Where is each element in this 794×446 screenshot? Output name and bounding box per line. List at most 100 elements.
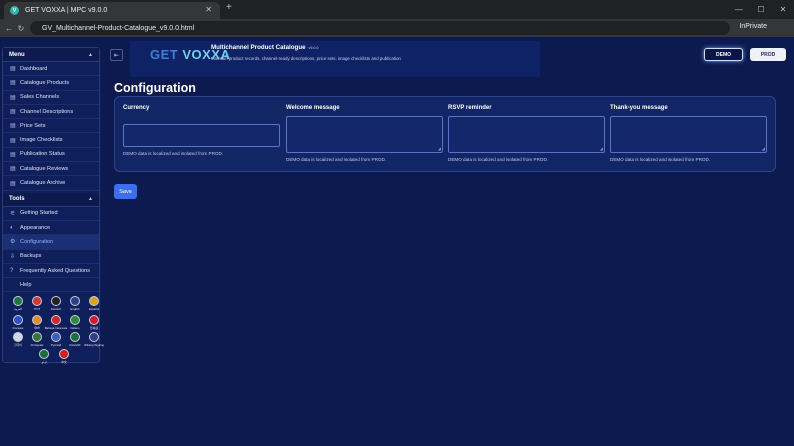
resize-handle-icon[interactable]: ◢	[438, 146, 441, 151]
sidebar-item-publication-status[interactable]: ▤ Publication Status	[3, 148, 99, 163]
menu-header[interactable]: Menu ▲	[3, 48, 99, 62]
grid-icon: ▤	[10, 123, 16, 130]
collapse-menu-icon[interactable]: ▲	[88, 52, 93, 58]
sidebar-item-label: Configuration	[20, 238, 54, 245]
resize-handle-icon[interactable]: ◢	[762, 146, 765, 151]
address-bar-row: ← ↻ GV_Multichannel-Product-Catalogue_v9…	[0, 19, 794, 37]
currency-label: Currency	[123, 105, 150, 111]
language-option[interactable]: Wikang Tagalog	[84, 332, 104, 348]
language-option[interactable]: 한국어	[9, 332, 27, 347]
sidebar-item-channel-descriptions[interactable]: ▤ Channel Descriptions	[3, 105, 99, 120]
sidebar-item-faq[interactable]: ? Frequently Asked Questions	[3, 264, 99, 279]
back-icon[interactable]: ←	[3, 24, 15, 33]
sidebar-item-catalogue-archive[interactable]: ▤ Catalogue Archive	[3, 176, 99, 191]
thank-you-message-label: Thank-you message	[610, 105, 668, 111]
sidebar-item-getting-started[interactable]: ⚟ Getting Started	[3, 207, 99, 221]
close-window-icon[interactable]: ✕	[772, 0, 794, 19]
thank-you-message-textarea[interactable]: ◢	[610, 116, 767, 153]
language-label: Bahasa Indonesia	[44, 326, 68, 331]
language-option[interactable]: Español	[85, 296, 103, 313]
language-option[interactable]: Português	[28, 332, 46, 347]
sidebar-item-configuration[interactable]: ⚙ Configuration	[3, 235, 99, 250]
language-label: Kiswahili	[69, 343, 81, 348]
save-button[interactable]: Save	[114, 184, 137, 199]
grid-icon: ▤	[10, 137, 16, 144]
flag-icon	[32, 315, 42, 326]
collapse-tools-icon[interactable]: ▲	[88, 196, 93, 202]
welcome-message-note: DEMO data is localized and isolated from…	[286, 157, 387, 162]
language-option[interactable]: Русский	[47, 332, 65, 347]
language-option[interactable]: 中文	[59, 349, 69, 364]
language-label: Deutsch	[50, 307, 62, 312]
app-subtitle: Maintain product records, channel-ready …	[211, 56, 401, 61]
maximize-icon[interactable]: ☐	[750, 0, 772, 19]
language-option[interactable]: 日本語	[85, 315, 103, 330]
url-text: GV_Multichannel-Product-Catalogue_v9.0.0…	[42, 24, 195, 32]
flag-icon	[89, 296, 99, 307]
close-tab-icon[interactable]: ✕	[205, 5, 212, 14]
language-option[interactable]: اردو	[39, 349, 49, 364]
language-option[interactable]: हिन्दी	[28, 315, 46, 330]
language-flags-last-row: اردو 中文	[3, 349, 99, 364]
demo-button[interactable]: DEMO	[704, 48, 743, 61]
inprivate-badge[interactable]: InPrivate	[739, 23, 767, 30]
sidebar-item-help[interactable]: Help	[3, 278, 99, 293]
language-label: Wikang Tagalog	[84, 343, 104, 348]
grid-icon: ▤	[10, 80, 16, 87]
currency-input[interactable]	[123, 124, 280, 147]
toggle-sidebar-button[interactable]: ⇤	[110, 49, 123, 61]
flag-icon	[32, 332, 42, 343]
gear-icon: ⚙	[10, 239, 16, 246]
flag-icon	[70, 332, 80, 343]
sidebar-item-label: Dashboard	[20, 65, 48, 72]
prod-button[interactable]: PROD	[750, 48, 786, 61]
new-tab-icon[interactable]: +	[226, 2, 232, 13]
language-label: 中文	[61, 360, 67, 365]
app-title-text: Multichannel Product Catalogue	[211, 44, 306, 51]
language-option[interactable]: English	[66, 296, 84, 313]
sidebar-item-price-sets[interactable]: ▤ Price Sets	[3, 119, 99, 134]
language-option[interactable]: বাংলা	[28, 296, 46, 313]
tools-header[interactable]: Tools ▲	[3, 192, 99, 207]
grid-icon: ▤	[10, 166, 16, 173]
sidebar-item-catalogue-reviews[interactable]: ▤ Catalogue Reviews	[3, 162, 99, 177]
grid-icon: ▤	[10, 180, 16, 187]
window-controls: — ☐ ✕	[728, 0, 794, 19]
language-label: हिन्दी	[34, 326, 40, 331]
sidebar-item-catalogue-products[interactable]: ▤ Catalogue Products	[3, 76, 99, 91]
site-favicon-icon: V	[10, 6, 19, 15]
language-option[interactable]: Français	[9, 315, 27, 330]
language-label: 한국어	[14, 343, 22, 348]
sidebar-item-backups[interactable]: ⇩ Backups	[3, 250, 99, 264]
minimize-icon[interactable]: —	[728, 0, 750, 19]
language-label: বাংলা	[33, 307, 41, 312]
welcome-message-label: Welcome message	[286, 105, 340, 111]
sidebar-item-dashboard[interactable]: ▤ Dashboard	[3, 62, 99, 77]
browser-tab[interactable]: V GET VOXXA | MPC v9.0.0 ✕	[4, 2, 220, 19]
language-option[interactable]: العربية	[9, 296, 27, 313]
welcome-message-textarea[interactable]: ◢	[286, 116, 443, 153]
language-label: English	[70, 307, 80, 312]
language-option[interactable]: Bahasa Indonesia	[44, 315, 68, 331]
refresh-icon[interactable]: ↻	[15, 24, 27, 33]
rsvp-reminder-textarea[interactable]: ◢	[448, 116, 605, 153]
resize-handle-icon[interactable]: ◢	[600, 146, 603, 151]
thank-you-message-note: DEMO data is localized and isolated from…	[610, 157, 711, 162]
sidebar-item-label: Image Checklists	[20, 137, 63, 144]
language-label: Italiano	[70, 326, 80, 331]
tools-title: Tools	[9, 196, 25, 203]
flag-icon	[13, 332, 23, 343]
address-bar[interactable]: GV_Multichannel-Product-Catalogue_v9.0.0…	[30, 21, 730, 35]
language-option[interactable]: Kiswahili	[66, 332, 84, 347]
grid-icon: ▤	[10, 66, 16, 73]
sidebar-item-appearance[interactable]: ◐ Appearance	[3, 221, 99, 236]
language-option[interactable]: Italiano	[66, 315, 84, 330]
language-option[interactable]: Deutsch	[47, 296, 65, 313]
grid-icon: ▤	[10, 151, 16, 158]
flag-icon	[70, 315, 80, 326]
download-icon: ⇩	[10, 253, 16, 260]
sidebar: Menu ▲ ▤ Dashboard ▤ Catalogue Products ▤ S…	[2, 47, 104, 364]
sidebar-item-sales-channels[interactable]: ▤ Sales Channels	[3, 91, 99, 105]
sidebar-item-label: Catalogue Reviews	[20, 165, 69, 172]
sidebar-item-image-checklists[interactable]: ▤ Image Checklists	[3, 133, 99, 148]
